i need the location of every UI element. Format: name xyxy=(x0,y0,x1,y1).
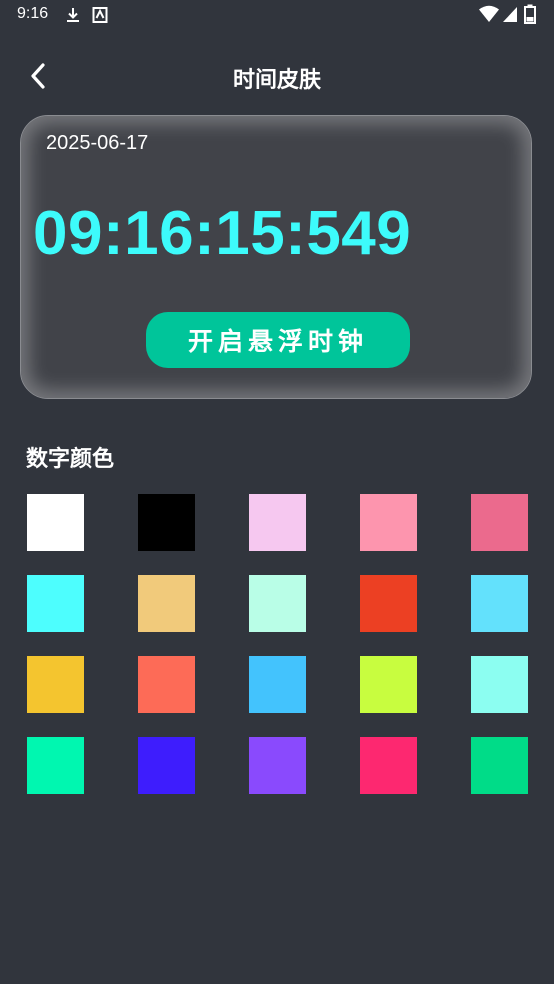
color-swatch[interactable] xyxy=(360,656,417,713)
page-title: 时间皮肤 xyxy=(232,68,321,93)
color-swatch[interactable] xyxy=(471,494,528,551)
battery-icon xyxy=(524,4,536,28)
color-swatch[interactable] xyxy=(471,737,528,794)
color-swatch[interactable] xyxy=(27,656,84,713)
cellular-signal-icon xyxy=(502,5,518,27)
digit-color-title: 数字颜色 xyxy=(26,447,115,472)
app-bar: 时间皮肤 xyxy=(0,48,554,104)
color-swatch[interactable] xyxy=(471,656,528,713)
status-time: 9:16 xyxy=(17,5,49,22)
clock-preview-card: 2025-06-17 09:16:15:549 开启悬浮时钟 xyxy=(20,115,532,399)
color-swatch[interactable] xyxy=(360,494,417,551)
color-swatch[interactable] xyxy=(138,494,195,551)
color-swatch[interactable] xyxy=(138,575,195,632)
color-swatch[interactable] xyxy=(360,737,417,794)
color-swatch[interactable] xyxy=(249,737,306,794)
color-swatch[interactable] xyxy=(249,494,306,551)
color-swatch[interactable] xyxy=(27,494,84,551)
color-swatch[interactable] xyxy=(27,575,84,632)
wifi-icon xyxy=(478,5,500,27)
clock-date: 2025-06-17 xyxy=(46,132,149,154)
app-notification-icon xyxy=(92,6,108,28)
clock-time: 09:16:15:549 xyxy=(33,199,412,268)
color-swatch[interactable] xyxy=(471,575,528,632)
color-swatch[interactable] xyxy=(249,656,306,713)
enable-floating-clock-button[interactable]: 开启悬浮时钟 xyxy=(146,312,410,368)
color-swatch[interactable] xyxy=(138,737,195,794)
color-swatch[interactable] xyxy=(249,575,306,632)
color-swatch[interactable] xyxy=(360,575,417,632)
color-swatch[interactable] xyxy=(27,737,84,794)
status-bar: 9:16 xyxy=(0,0,554,32)
color-swatch[interactable] xyxy=(138,656,195,713)
download-icon xyxy=(64,6,82,28)
